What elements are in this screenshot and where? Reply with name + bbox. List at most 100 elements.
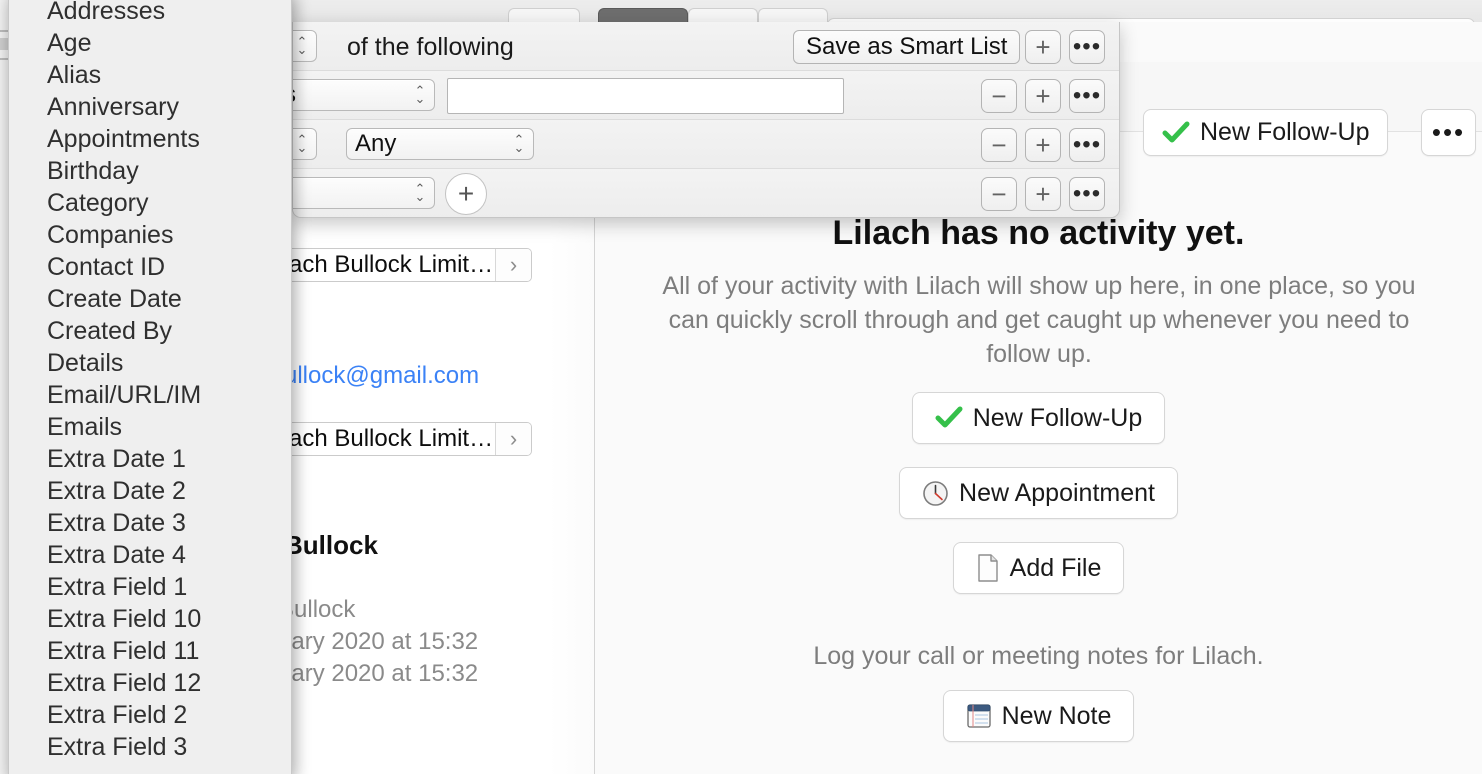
field-menu-item[interactable]: Extra Field 3 <box>9 731 291 763</box>
field-menu-item[interactable]: Contact ID <box>9 251 291 283</box>
field-menu-item[interactable]: Extra Field 12 <box>9 667 291 699</box>
log-note-text: Log your call or meeting notes for Lilac… <box>813 642 1264 670</box>
activity-empty-title: Lilach has no activity yet. <box>832 214 1245 252</box>
ellipsis-icon: ••• <box>1072 33 1102 60</box>
ellipsis-icon: ••• <box>1431 117 1466 147</box>
field-menu-item[interactable]: Extra Date 1 <box>9 443 291 475</box>
toolbar-more-button[interactable]: ••• <box>1421 109 1476 156</box>
smart-search-panel: ⌃ ⌄ of the following Save as Smart List +… <box>292 22 1120 218</box>
match-mode-select[interactable]: ⌃ ⌄ <box>293 30 317 62</box>
contact-create-date: uary 2020 at 15:32 <box>278 628 479 655</box>
contact-name: Bullock <box>284 530 378 560</box>
stepper-icon: ⌃ ⌄ <box>414 181 426 204</box>
field-menu-item[interactable]: Extra Field 2 <box>9 699 291 731</box>
save-as-smart-list-button[interactable]: Save as Smart List <box>793 30 1021 64</box>
field-menu-item[interactable]: Details <box>9 347 291 379</box>
field-menu-item[interactable]: Appointments <box>9 123 291 155</box>
row2-more-button[interactable]: ••• <box>1069 79 1105 113</box>
ellipsis-icon: ••• <box>1072 82 1102 109</box>
clock-icon <box>922 480 949 507</box>
field-menu-item[interactable]: Alias <box>9 59 291 91</box>
stepper-icon: ⌃ ⌄ <box>414 83 426 106</box>
row4-add-button[interactable]: + <box>1025 177 1061 211</box>
field-menu-item[interactable]: Extra Date 3 <box>9 507 291 539</box>
company-field-2[interactable]: ach Bullock Limit… › <box>282 422 532 456</box>
field-menu-item[interactable]: Created By <box>9 315 291 347</box>
of-the-following-label: of the following <box>347 33 514 61</box>
field-menu-item[interactable]: Extra Date 2 <box>9 475 291 507</box>
new-note-button-wrap: New Note <box>595 690 1482 742</box>
green-check-icon-toolbar <box>1162 121 1190 145</box>
filter-row-header: ⌃ ⌄ of the following Save as Smart List +… <box>293 22 1119 71</box>
contact-email[interactable]: ullock@gmail.com <box>284 362 479 390</box>
row4-field-value: ude <box>293 179 404 207</box>
ellipsis-icon: ••• <box>1072 131 1102 158</box>
activity-empty-body: All of your activity with Lilach will sh… <box>662 272 1416 368</box>
save-as-smart-list-label: Save as Smart List <box>806 33 1008 60</box>
contact-detail-pane: ach Bullock Limit… › ullock@gmail.com ac… <box>278 154 594 774</box>
plus-icon: + <box>1035 81 1051 111</box>
new-note-button[interactable]: New Note <box>942 690 1135 742</box>
activity-pane: Lilach has no activity yet. All of your … <box>595 154 1482 774</box>
row3-field-select[interactable]: ⌃ ⌄ <box>293 128 317 160</box>
company-field-1[interactable]: ach Bullock Limit… › <box>282 248 532 282</box>
add-file-label: Add File <box>1009 553 1102 582</box>
minus-icon: − <box>991 81 1007 111</box>
minus-icon: − <box>991 179 1007 209</box>
row2-operator-select[interactable]: ntains ⌃⌄ <box>293 79 435 111</box>
field-menu-item[interactable]: Addresses <box>9 0 291 27</box>
row4-remove-button[interactable]: − <box>981 177 1017 211</box>
row3-add-button[interactable]: + <box>1025 128 1061 162</box>
company-field-1-value: ach Bullock Limit… <box>289 251 494 278</box>
row1-add-button[interactable]: + <box>1025 30 1061 64</box>
new-note-label: New Note <box>1001 701 1112 730</box>
chevron-right-icon[interactable]: › <box>495 249 531 281</box>
row3-operator-select[interactable]: Any ⌃ ⌄ <box>346 128 534 160</box>
row4-field-select[interactable]: ude ⌃⌄ <box>293 177 435 209</box>
ellipsis-icon: ••• <box>1072 180 1102 207</box>
green-check-icon <box>935 406 963 430</box>
chevron-right-icon-2[interactable]: › <box>495 423 531 455</box>
plus-icon: + <box>457 178 475 209</box>
field-menu-item[interactable]: Extra Field 11 <box>9 635 291 667</box>
field-menu-item[interactable]: Extra Field 10 <box>9 603 291 635</box>
field-menu-item[interactable]: Create Date <box>9 283 291 315</box>
filter-row-4: ude ⌃⌄ + − + ••• <box>293 169 1119 217</box>
stepper-icon: ⌃ ⌄ <box>513 132 525 155</box>
add-file-button[interactable]: Add File <box>952 542 1125 594</box>
new-appointment-label: New Appointment <box>959 478 1155 507</box>
row2-value-input[interactable] <box>447 78 844 114</box>
field-dropdown-menu[interactable]: Addresses Age Alias Anniversary Appointm… <box>8 0 292 774</box>
row4-more-button[interactable]: ••• <box>1069 177 1105 211</box>
filter-row-2: ntains ⌃⌄ − + ••• <box>293 71 1119 120</box>
filter-row-3: ⌃ ⌄ Any ⌃ ⌄ − + ••• <box>293 120 1119 169</box>
row2-operator-value: ntains <box>293 81 404 109</box>
field-menu-item[interactable]: Emails <box>9 411 291 443</box>
stepper-icon: ⌃ ⌄ <box>296 34 308 57</box>
plus-icon: + <box>1035 179 1051 209</box>
row3-more-button[interactable]: ••• <box>1069 128 1105 162</box>
row4-add-group-button[interactable]: + <box>445 173 487 215</box>
field-menu-item[interactable]: Age <box>9 27 291 59</box>
note-icon <box>966 703 992 729</box>
activity-action-stack: New Follow-Up New Appointment Add File <box>595 392 1482 594</box>
field-menu-item[interactable]: Email/URL/IM <box>9 379 291 411</box>
field-menu-item[interactable]: Birthday <box>9 155 291 187</box>
company-field-2-value: ach Bullock Limit… <box>289 425 494 452</box>
field-menu-item[interactable]: Companies <box>9 219 291 251</box>
new-followup-label: New Follow-Up <box>972 403 1143 432</box>
field-menu-item[interactable]: Extra Field 1 <box>9 571 291 603</box>
field-menu-item[interactable]: Extra Date 4 <box>9 539 291 571</box>
toolbar-new-followup-button[interactable]: New Follow-Up <box>1143 109 1389 156</box>
app-root: ach Bullock Limit… › ullock@gmail.com ac… <box>0 0 1482 774</box>
plus-icon: + <box>1035 32 1051 62</box>
field-menu-item[interactable]: Category <box>9 187 291 219</box>
new-appointment-button[interactable]: New Appointment <box>899 467 1178 519</box>
stepper-icon: ⌃ ⌄ <box>296 132 308 155</box>
new-followup-button[interactable]: New Follow-Up <box>911 392 1166 444</box>
field-menu-item[interactable]: Anniversary <box>9 91 291 123</box>
row3-remove-button[interactable]: − <box>981 128 1017 162</box>
row2-add-button[interactable]: + <box>1025 79 1061 113</box>
row2-remove-button[interactable]: − <box>981 79 1017 113</box>
row1-more-button[interactable]: ••• <box>1069 30 1105 64</box>
